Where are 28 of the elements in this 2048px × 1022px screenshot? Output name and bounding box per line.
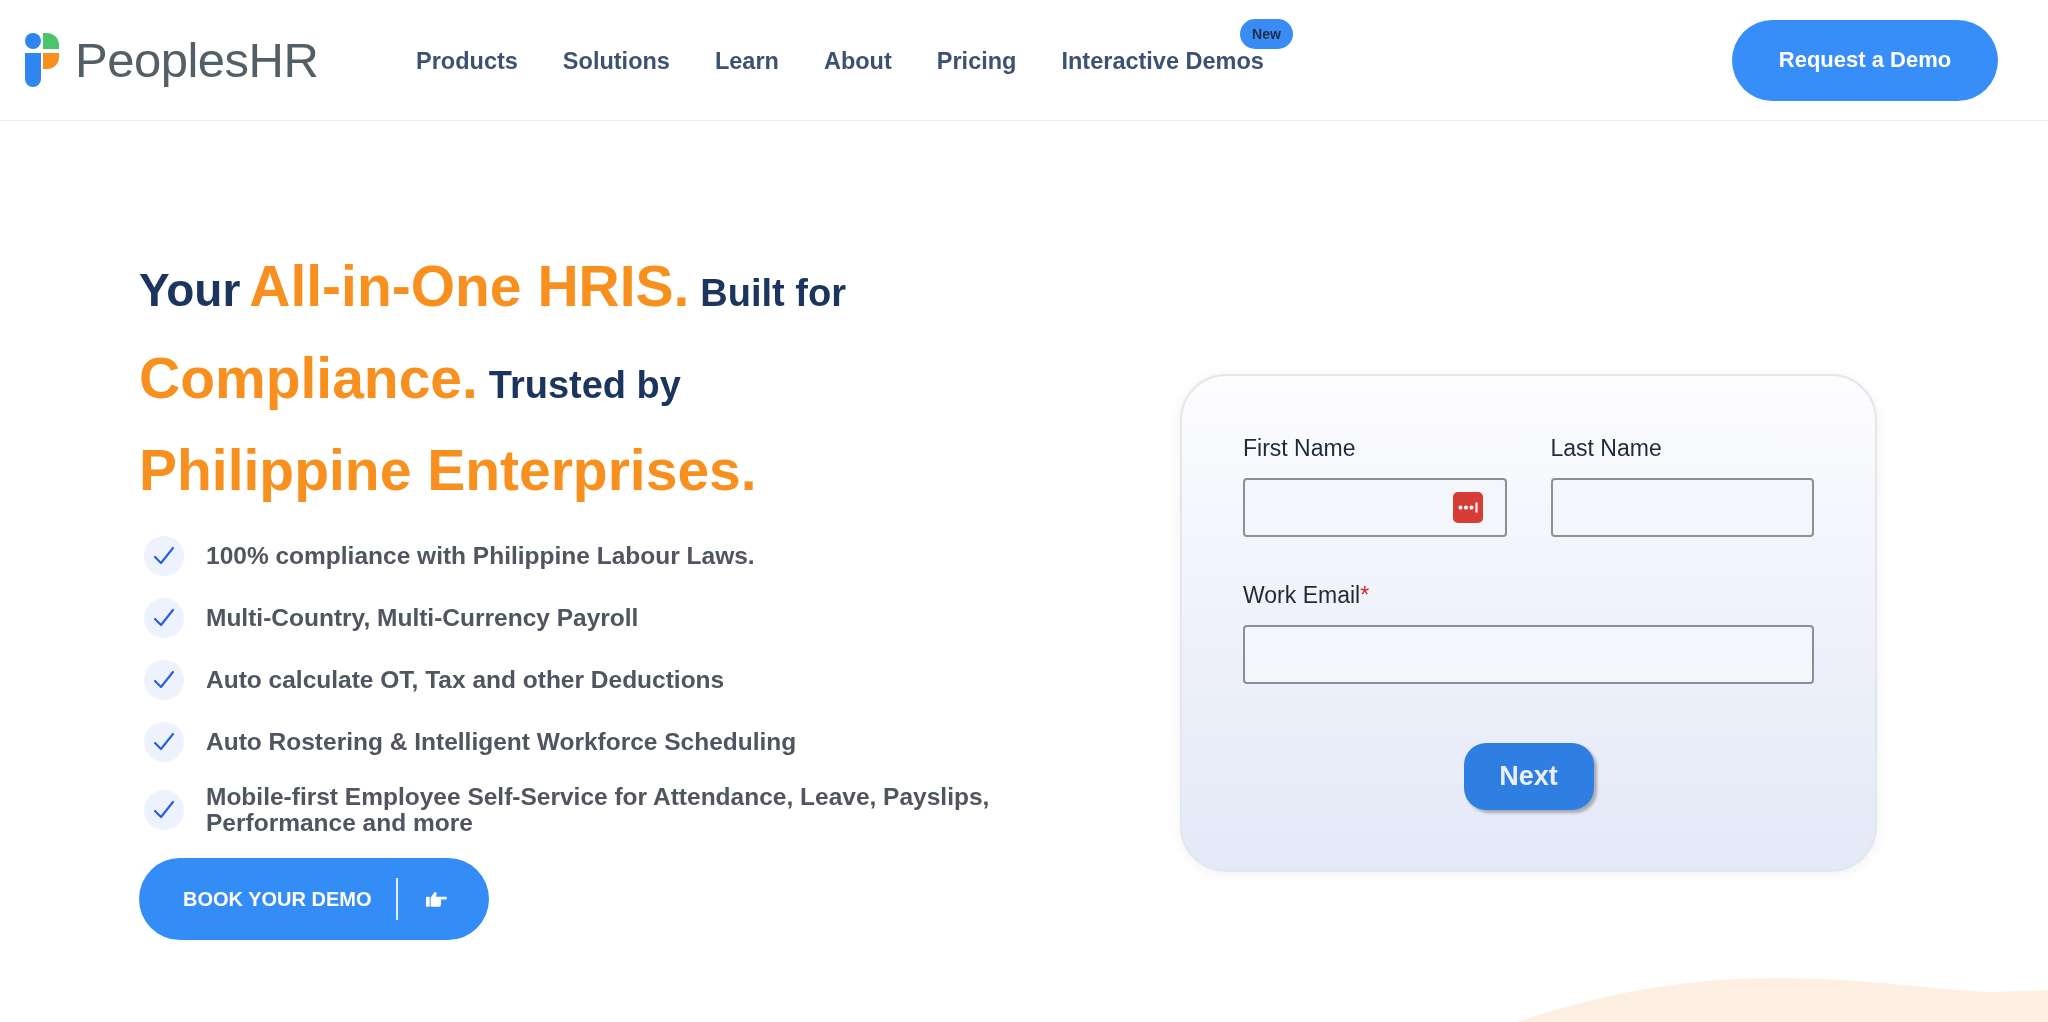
- pointing-hand-icon: [425, 891, 448, 907]
- nav-link[interactable]: Learn: [714, 47, 779, 75]
- hero-headline: Your All-in-One HRIS. Built for Compliance. Trusted by Philippine Enterprises.: [139, 253, 846, 504]
- feature-text: 100% compliance with Philippine Labour Laws.: [206, 543, 755, 569]
- logo-icon: [25, 33, 59, 87]
- brand-name: PeoplesHR: [75, 35, 319, 85]
- dots-icon[interactable]: [1452, 492, 1483, 523]
- nav-link[interactable]: Solutions: [562, 47, 670, 75]
- new-badge: New: [1240, 19, 1293, 49]
- check-icon: [144, 722, 184, 762]
- check-icon: [144, 598, 184, 638]
- field-label: First Name: [1243, 435, 1356, 461]
- check-icon: [144, 790, 184, 830]
- field-label: Last Name: [1550, 435, 1662, 461]
- feature-text: Mobile-first Employee Self-Service for Attendance, Leave, Payslips, Performance and more: [206, 784, 991, 836]
- feature-text: Auto Rostering & Intelligent Workforce Scheduling: [206, 729, 797, 755]
- check-icon: [144, 660, 184, 700]
- input-field[interactable]: [1243, 478, 1507, 537]
- nav-link[interactable]: About: [823, 47, 892, 75]
- nav-link[interactable]: Products: [416, 47, 518, 75]
- nav-link[interactable]: Pricing: [936, 47, 1017, 75]
- feature-text: Auto calculate OT, Tax and other Deductions: [206, 667, 725, 693]
- nav-link[interactable]: Interactive Demos: [1061, 47, 1264, 75]
- input-field[interactable]: [1550, 478, 1814, 537]
- field-label: Work Email*: [1243, 582, 1370, 608]
- check-icon: [144, 536, 184, 576]
- input-field[interactable]: [1243, 625, 1814, 684]
- feature-text: Multi-Country, Multi-Currency Payroll: [206, 605, 639, 631]
